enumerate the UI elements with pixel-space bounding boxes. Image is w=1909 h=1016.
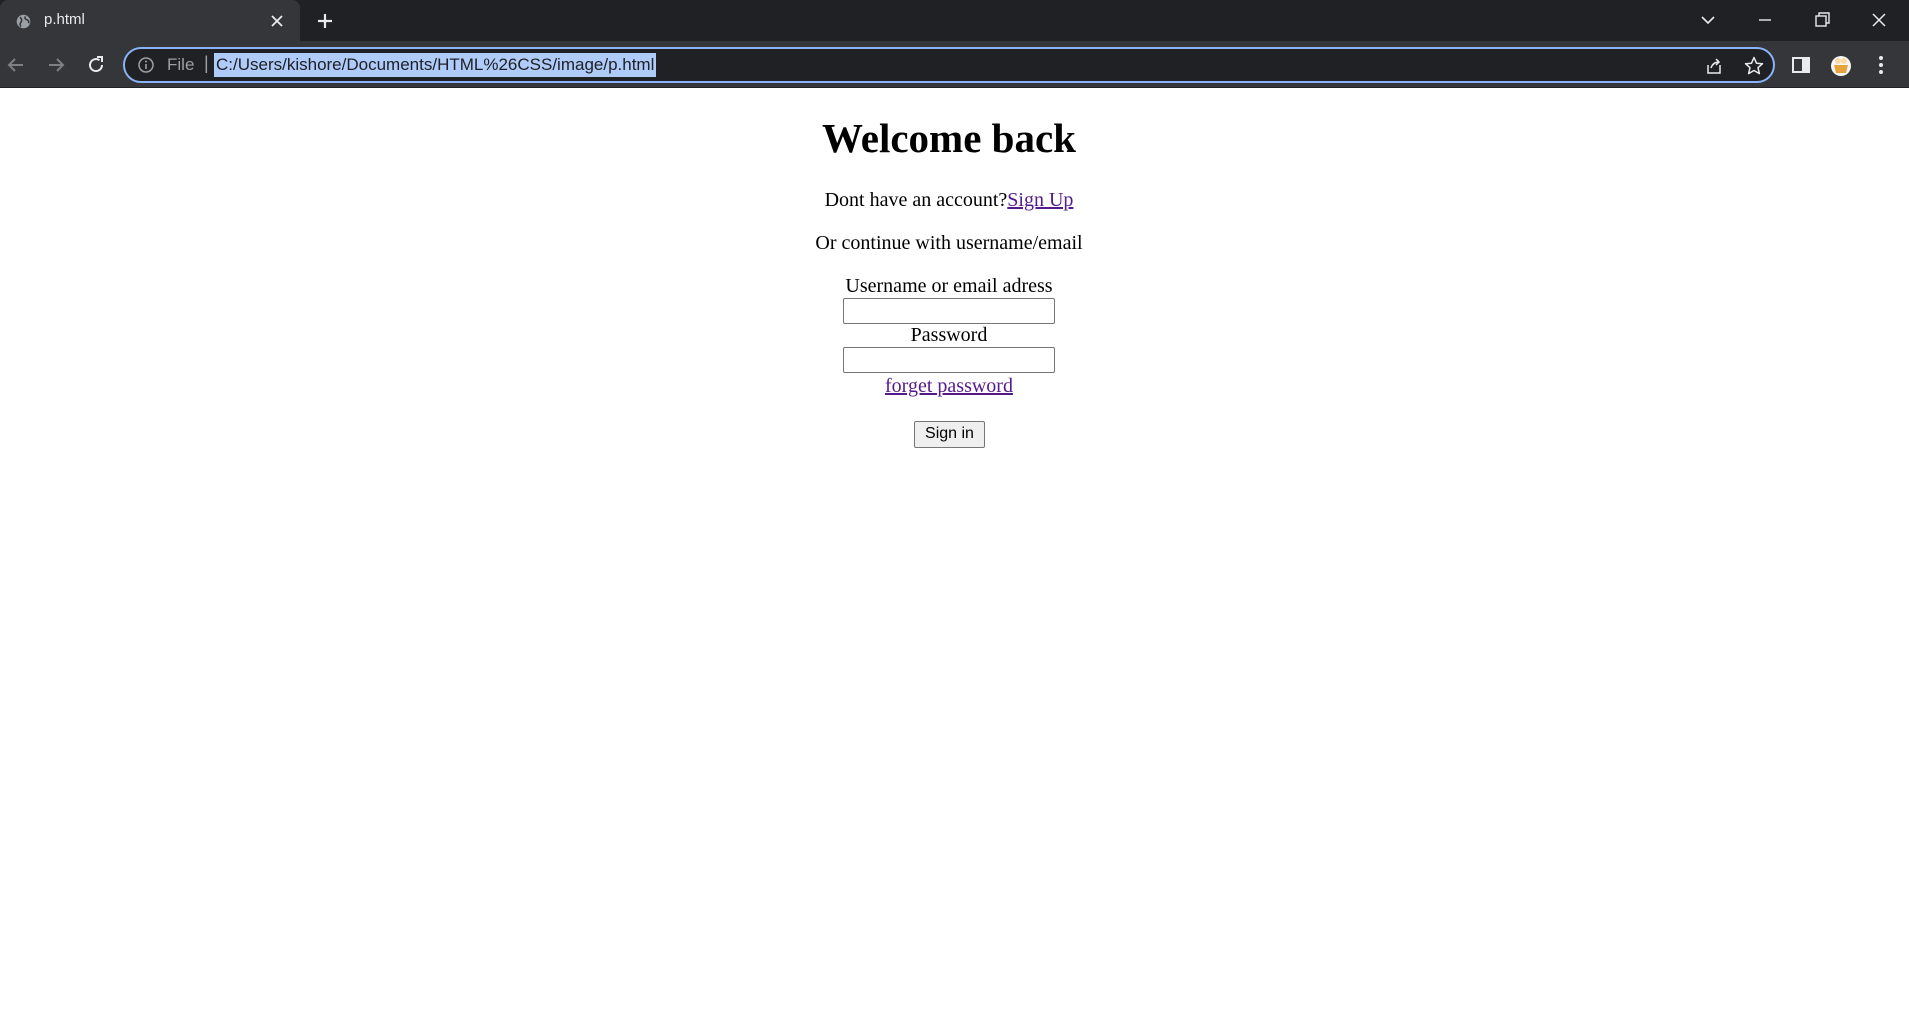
url-text[interactable]: C:/Users/kishore/Documents/HTML%26CSS/im… [214, 53, 657, 77]
minimize-icon[interactable] [1753, 8, 1777, 32]
profile-avatar-icon[interactable] [1829, 53, 1853, 77]
sign-in-button[interactable]: Sign in [914, 421, 985, 448]
close-window-icon[interactable] [1867, 8, 1891, 32]
username-label: Username or email adress [845, 275, 1053, 297]
signup-prompt-text: Dont have an account? [824, 189, 1008, 211]
forgot-password-link[interactable]: forget password [885, 375, 1013, 397]
signup-prompt-line: Dont have an account?Sign Up [0, 187, 1898, 213]
new-tab-icon[interactable] [315, 11, 335, 31]
browser-toolbar: File | C:/Users/kishore/Documents/HTML%2… [0, 41, 1909, 88]
forward-arrow-icon[interactable] [44, 53, 68, 77]
forgot-password-line: forget password [0, 373, 1898, 399]
menu-kebab-icon[interactable] [1869, 53, 1893, 77]
url-scheme-label: File [167, 55, 195, 74]
username-input[interactable] [843, 298, 1055, 324]
info-icon[interactable] [137, 56, 155, 74]
side-panel-icon[interactable] [1789, 53, 1813, 77]
page-title: Welcome back [822, 115, 1076, 161]
reload-icon[interactable] [84, 53, 108, 77]
tab-strip: p.html [0, 0, 1909, 41]
tab-title: p.html [44, 11, 85, 28]
close-tab-icon[interactable] [268, 12, 286, 30]
share-icon[interactable] [1703, 55, 1725, 77]
signup-link[interactable]: Sign Up [1007, 189, 1073, 211]
password-label: Password [910, 324, 988, 346]
address-bar[interactable]: File | C:/Users/kishore/Documents/HTML%2… [123, 47, 1775, 83]
password-input[interactable] [843, 347, 1055, 373]
restore-icon[interactable] [1810, 8, 1834, 32]
browser-tab[interactable]: p.html [0, 0, 300, 41]
back-arrow-icon[interactable] [4, 53, 28, 77]
bookmark-star-icon[interactable] [1743, 55, 1765, 77]
tab-search-chevron-icon[interactable] [1696, 8, 1720, 32]
url-separator: | [204, 53, 209, 73]
page-content: Welcome back Dont have an account?Sign U… [0, 89, 1909, 1016]
continue-text: Or continue with username/email [815, 232, 1083, 254]
globe-icon [16, 14, 31, 29]
